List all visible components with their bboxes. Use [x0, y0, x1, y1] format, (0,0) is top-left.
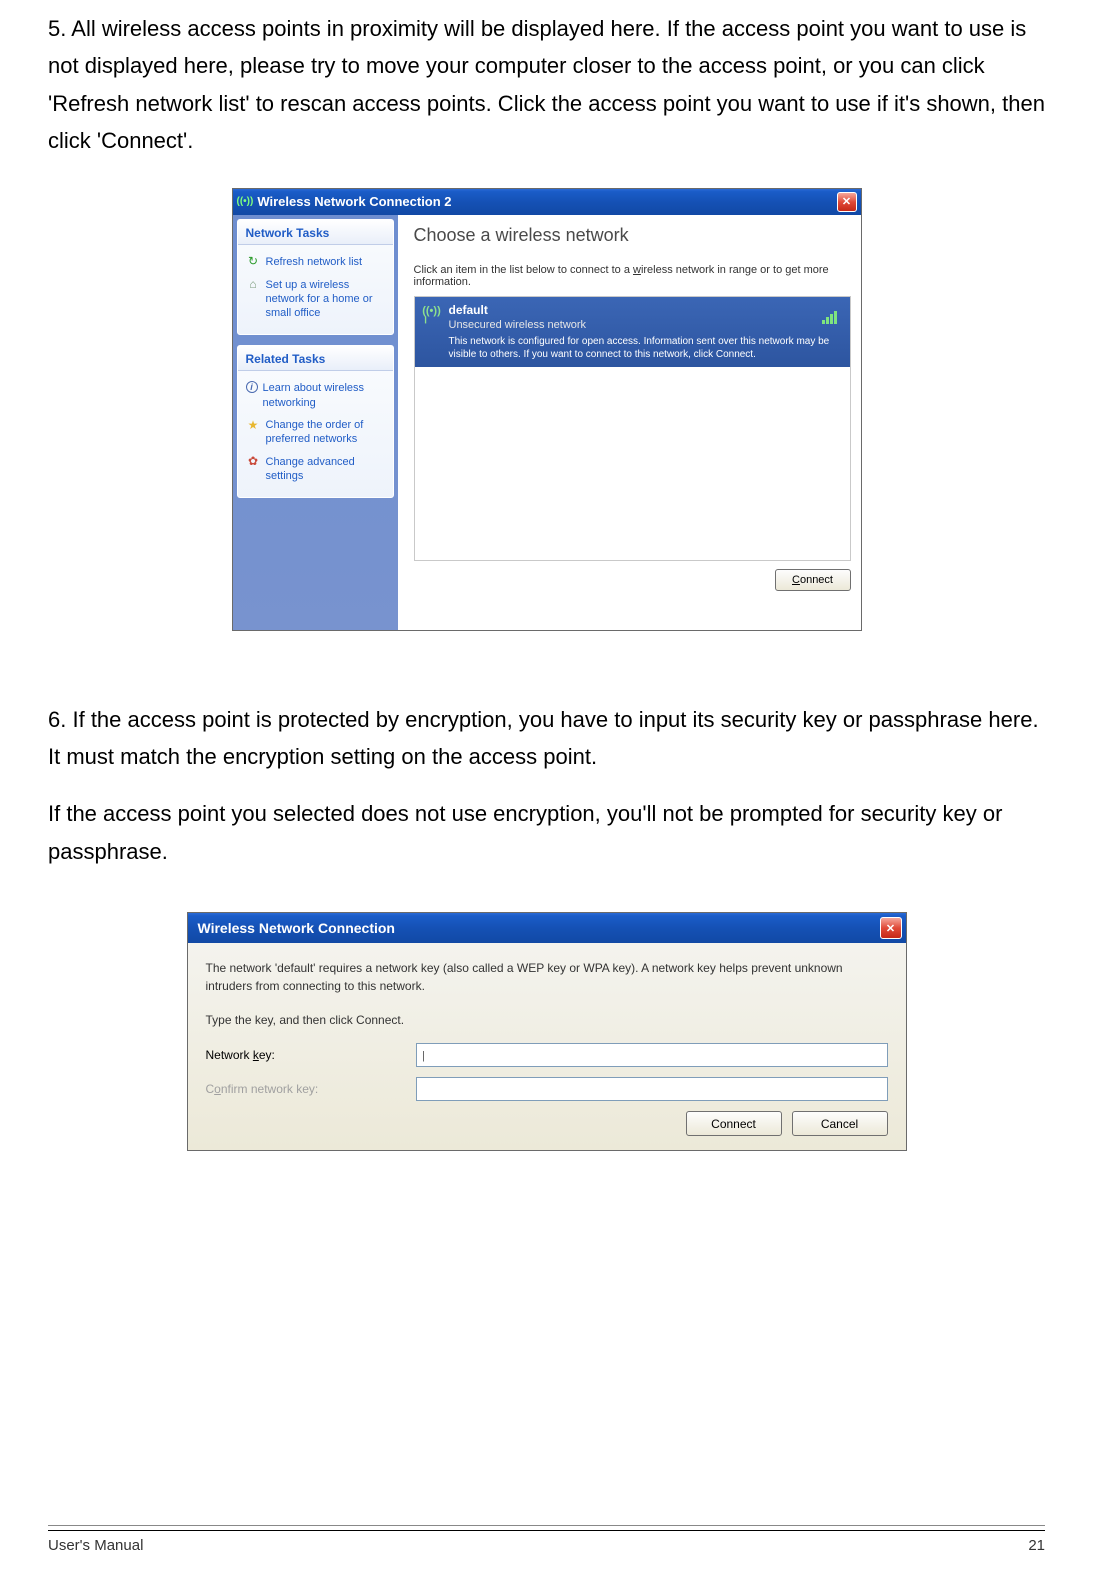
network-list[interactable]: ((•))╵ default Unsecured wireless networ…	[414, 296, 851, 561]
key-dialog-text2: Type the key, and then click Connect.	[206, 1013, 888, 1027]
sidebar: Network Tasks ↻ Refresh network list ⌂ S…	[233, 215, 398, 630]
confirm-key-label: Confirm network key:	[206, 1082, 416, 1096]
refresh-label: Refresh network list	[266, 255, 363, 269]
titlebar-text: Wireless Network Connection 2	[257, 194, 836, 209]
connect-button2[interactable]: Connect	[686, 1111, 782, 1136]
step6-paragraph2: If the access point you selected does no…	[48, 795, 1045, 870]
setup-wireless-link[interactable]: ⌂ Set up a wireless network for a home o…	[244, 274, 387, 325]
learn-label: Learn about wireless networking	[263, 381, 385, 410]
cancel-button[interactable]: Cancel	[792, 1111, 888, 1136]
info-icon: i	[246, 381, 258, 393]
refresh-icon: ↻	[246, 255, 261, 270]
network-tasks-panel: Network Tasks ↻ Refresh network list ⌂ S…	[237, 219, 394, 336]
connect-button[interactable]: Connect	[775, 569, 851, 591]
related-tasks-header: Related Tasks	[238, 346, 393, 371]
page-footer: User's Manual 21	[48, 1530, 1045, 1554]
confirm-key-row: Confirm network key:	[206, 1077, 888, 1101]
network-description: This network is configured for open acce…	[449, 335, 844, 361]
related-tasks-panel: Related Tasks i Learn about wireless net…	[237, 345, 394, 498]
network-key-row: Network key:	[206, 1043, 888, 1067]
wifi-icon: ((•))	[237, 196, 254, 207]
star-icon: ★	[246, 418, 261, 433]
instruction-text: Click an item in the list below to conne…	[414, 264, 851, 288]
network-key-input[interactable]	[416, 1043, 888, 1067]
close-button[interactable]: ✕	[837, 192, 857, 212]
network-security: Unsecured wireless network	[449, 319, 822, 331]
network-name: default	[449, 303, 822, 317]
step5-body: All wireless access points in proximity …	[48, 16, 1045, 153]
setup-label: Set up a wireless network for a home or …	[266, 278, 385, 321]
main-pane: Choose a wireless network Click an item …	[398, 215, 861, 630]
dialog-network-key: Wireless Network Connection ✕ The networ…	[187, 912, 907, 1151]
footer-rule	[48, 1525, 1045, 1526]
network-item-default[interactable]: ((•))╵ default Unsecured wireless networ…	[415, 297, 850, 367]
step5-num: 5.	[48, 16, 66, 41]
step6-paragraph: 6. If the access point is protected by e…	[48, 701, 1045, 776]
gear-icon: ✿	[246, 455, 261, 470]
confirm-key-input[interactable]	[416, 1077, 888, 1101]
change-advanced-link[interactable]: ✿ Change advanced settings	[244, 451, 387, 488]
step5-paragraph: 5. All wireless access points in proximi…	[48, 10, 1045, 160]
titlebar2: Wireless Network Connection ✕	[188, 913, 906, 943]
titlebar2-text: Wireless Network Connection	[192, 920, 880, 936]
learn-wireless-link[interactable]: i Learn about wireless networking	[244, 377, 387, 414]
network-tasks-header: Network Tasks	[238, 220, 393, 245]
refresh-network-list-link[interactable]: ↻ Refresh network list	[244, 251, 387, 274]
key-dialog-text: The network 'default' requires a network…	[206, 959, 888, 995]
step6-body: If the access point is protected by encr…	[48, 707, 1039, 769]
change-order-link[interactable]: ★ Change the order of preferred networks	[244, 414, 387, 451]
dialog-choose-network: ((•)) Wireless Network Connection 2 ✕ Ne…	[232, 188, 862, 631]
signal-bars-icon	[822, 312, 844, 326]
footer-page-number: 21	[1028, 1537, 1045, 1554]
setup-icon: ⌂	[246, 278, 261, 293]
close-button2[interactable]: ✕	[880, 917, 902, 939]
titlebar: ((•)) Wireless Network Connection 2 ✕	[233, 189, 861, 215]
antenna-icon: ((•))╵	[421, 303, 443, 361]
footer-left: User's Manual	[48, 1537, 143, 1554]
change-order-label: Change the order of preferred networks	[266, 418, 385, 447]
change-adv-label: Change advanced settings	[266, 455, 385, 484]
network-key-label: Network key:	[206, 1048, 416, 1062]
step6-num: 6.	[48, 707, 66, 732]
choose-network-heading: Choose a wireless network	[414, 225, 851, 246]
